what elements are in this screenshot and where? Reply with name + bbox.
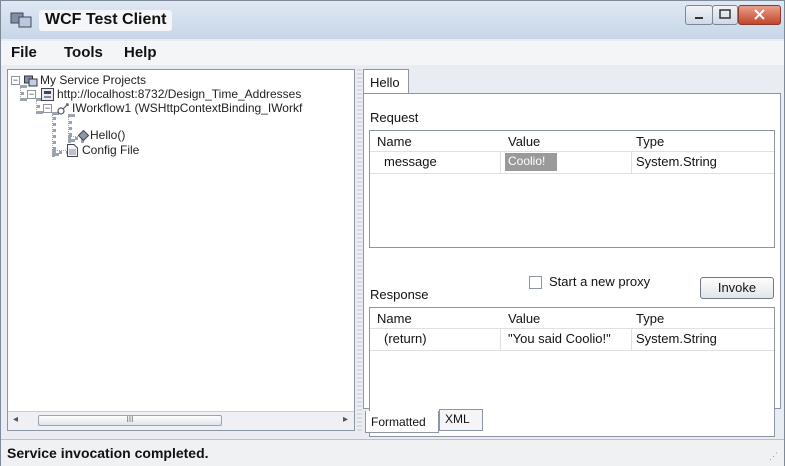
collapse-root-toggle[interactable]: − [11, 76, 20, 85]
maximize-button[interactable] [712, 5, 738, 25]
tree-node-root[interactable]: My Service Projects [40, 73, 146, 87]
tree-node-contract[interactable]: IWorkflow1 (WSHttpContextBinding_IWorkf [72, 101, 302, 115]
collapse-endpoint-toggle[interactable]: − [27, 90, 36, 99]
scroll-right-icon[interactable]: ▸ [343, 414, 348, 425]
response-param-type: System.String [636, 331, 717, 346]
operation-pane: Hello Request Name Value Type message Co… [363, 69, 781, 437]
tab-formatted[interactable]: Formatted [365, 411, 439, 433]
request-grid: Name Value Type message Coolio! System.S… [369, 130, 775, 248]
response-col-value: Value [508, 311, 541, 326]
maximize-icon [719, 9, 731, 19]
operation-icon [78, 130, 89, 141]
request-param-type: System.String [636, 154, 717, 169]
response-col-type: Type [636, 311, 665, 326]
resize-grip-icon[interactable]: ⋰ [769, 451, 778, 462]
request-col-type: Type [636, 134, 665, 149]
response-row-return: (return) "You said Coolio!" System.Strin… [370, 328, 774, 351]
request-label: Request [370, 110, 419, 125]
window-title: WCF Test Client [39, 10, 173, 31]
invoke-button[interactable]: Invoke [700, 277, 774, 299]
collapse-contract-toggle[interactable]: − [43, 104, 52, 113]
service-icon [41, 88, 54, 101]
request-grid-header: Name Value Type [370, 131, 774, 152]
request-row-message: message Coolio! System.String [370, 151, 774, 174]
request-col-value: Value [508, 134, 541, 149]
service-tree: − My Service Projects − http://localhost… [7, 69, 355, 431]
config-file-icon [67, 144, 78, 157]
menu-tools[interactable]: Tools [64, 44, 103, 61]
tab-xml[interactable]: XML [439, 409, 483, 431]
contract-icon [57, 103, 69, 115]
response-col-name: Name [377, 311, 412, 326]
horizontal-scrollbar[interactable]: ◂ III ▸ [8, 411, 354, 430]
menu-help[interactable]: Help [124, 44, 157, 61]
tree-node-operation[interactable]: Hello() [90, 128, 125, 142]
tab-hello[interactable]: Hello [363, 69, 409, 94]
projects-icon [24, 75, 38, 87]
request-value-field[interactable]: Coolio! [505, 153, 557, 171]
menu-bar: File Tools Help [1, 41, 784, 65]
new-proxy-label: Start a new proxy [549, 274, 651, 289]
request-param-name: message [384, 154, 437, 169]
app-window: WCF Test Client File Tools Help − My Ser… [0, 0, 785, 466]
close-icon [754, 9, 765, 20]
minimize-icon [695, 17, 703, 19]
scrollbar-thumb[interactable]: III [38, 415, 222, 426]
response-label: Response [370, 287, 429, 302]
menu-file[interactable]: File [11, 44, 37, 61]
tree-node-config[interactable]: Config File [82, 143, 139, 157]
response-param-name: (return) [384, 331, 427, 346]
status-bar: Service invocation completed. ⋰ [1, 439, 784, 466]
scroll-left-icon[interactable]: ◂ [13, 414, 18, 425]
app-icon [10, 12, 32, 28]
new-proxy-checkbox[interactable] [529, 276, 542, 289]
response-grid-header: Name Value Type [370, 308, 774, 329]
title-bar: WCF Test Client [1, 1, 784, 39]
pane-splitter[interactable] [357, 69, 362, 431]
minimize-button[interactable] [685, 5, 713, 25]
close-button[interactable] [738, 5, 781, 25]
request-col-name: Name [377, 134, 412, 149]
status-text: Service invocation completed. [7, 445, 209, 461]
tree-node-endpoint[interactable]: http://localhost:8732/Design_Time_Addres… [57, 87, 301, 101]
response-value: "You said Coolio!" [508, 331, 611, 346]
tab-content: Request Name Value Type message Coolio! … [363, 93, 781, 437]
